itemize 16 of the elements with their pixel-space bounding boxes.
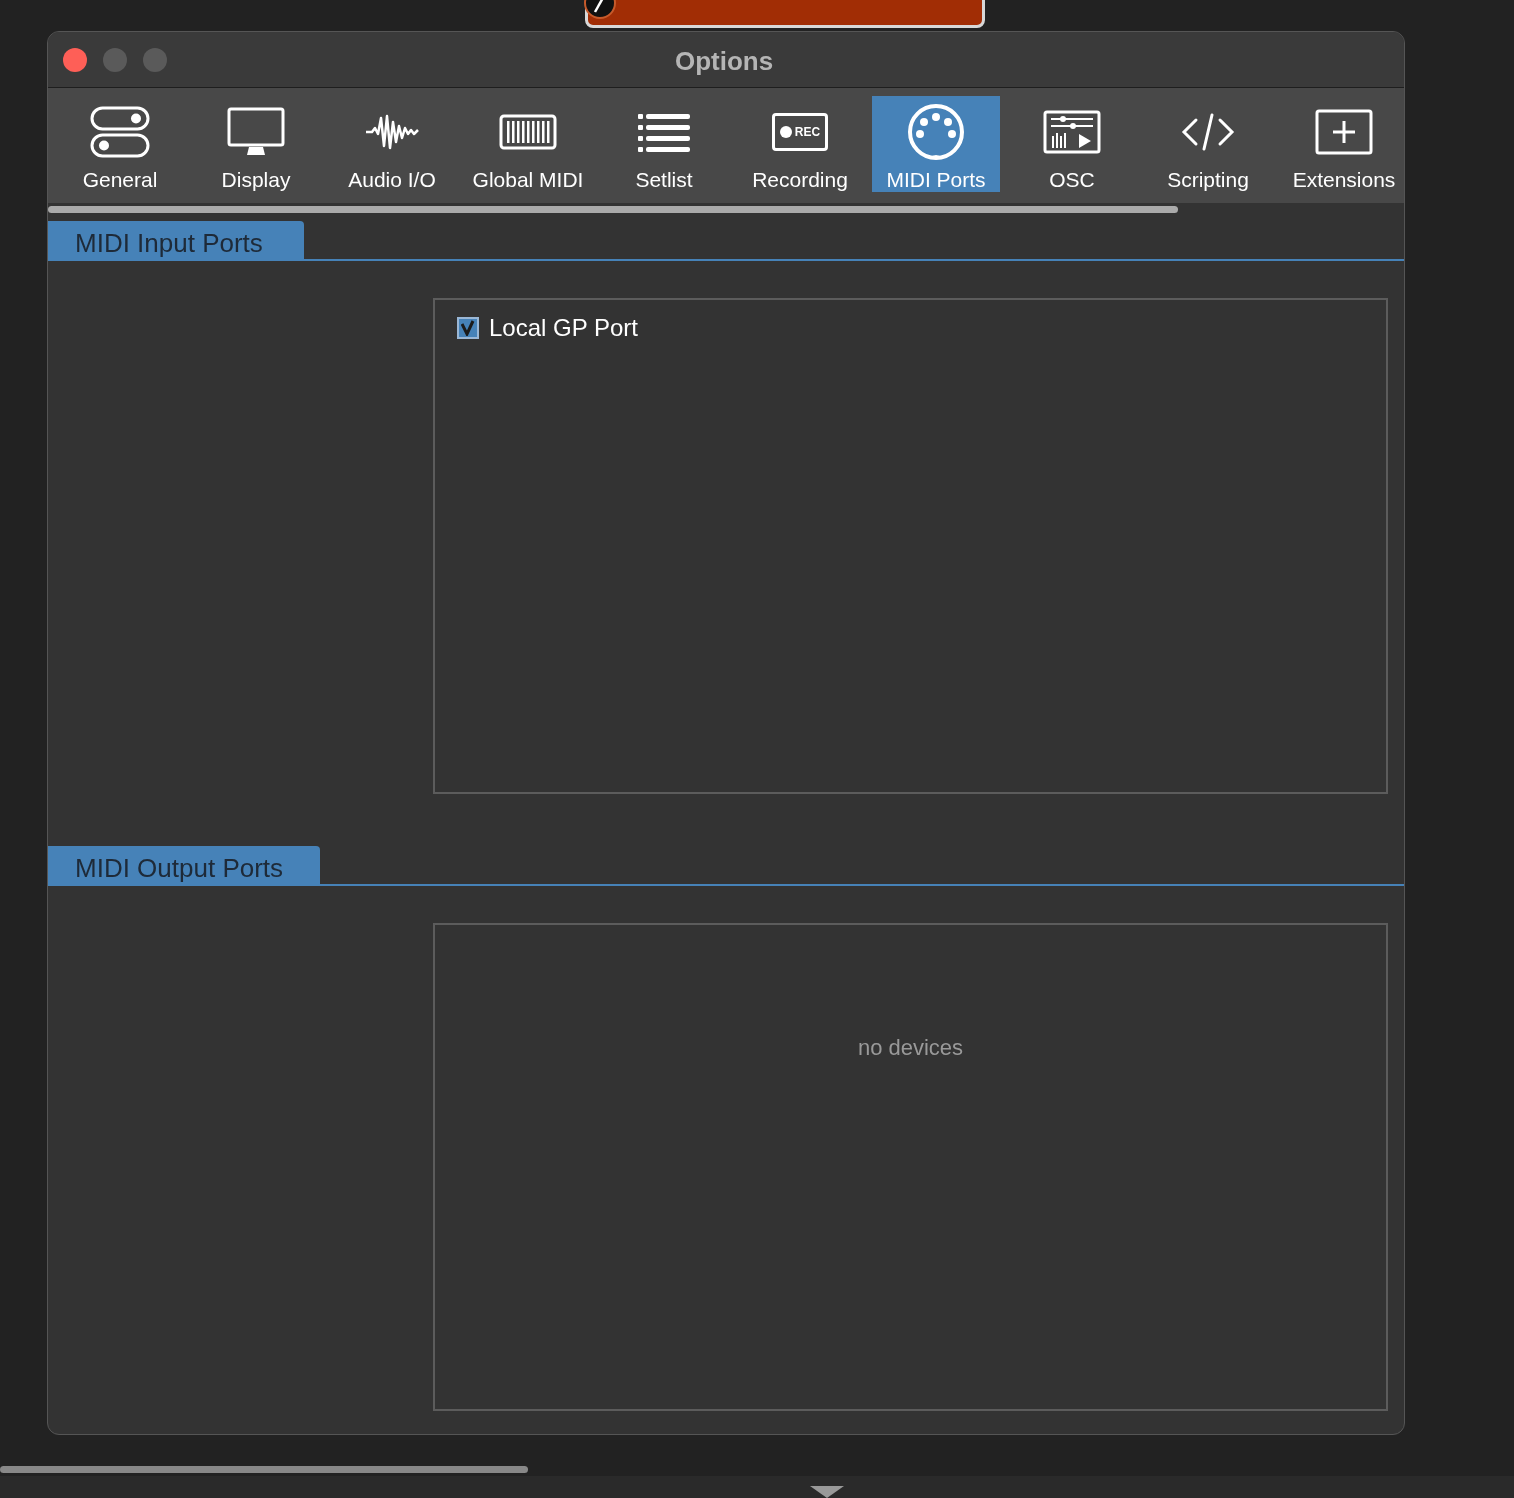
toolbar-tab[interactable]: General xyxy=(56,96,184,192)
toolbar-tab[interactable]: OSC xyxy=(1008,96,1136,192)
toolbar-tab[interactable]: MIDI Ports xyxy=(872,96,1000,192)
toolbar-tab[interactable]: Audio I/O xyxy=(328,96,456,192)
toolbar-tab[interactable]: Global MIDI xyxy=(464,96,592,192)
section-header: MIDI Input Ports xyxy=(48,221,304,259)
port-label: Local GP Port xyxy=(489,313,638,343)
empty-message: no devices xyxy=(856,1034,965,1062)
toolbar-tab[interactable]: Extensions xyxy=(1280,96,1404,192)
window-title: Options xyxy=(675,45,774,78)
toolbar-tab[interactable]: Scripting xyxy=(1144,96,1272,192)
toolbar-tab[interactable]: REC Recording xyxy=(736,96,864,192)
rec-label: REC xyxy=(794,126,821,138)
toolbar-tab[interactable]: Display xyxy=(192,96,320,192)
section-header: MIDI Output Ports xyxy=(48,846,320,884)
toolbar-tab[interactable]: Setlist xyxy=(600,96,728,192)
